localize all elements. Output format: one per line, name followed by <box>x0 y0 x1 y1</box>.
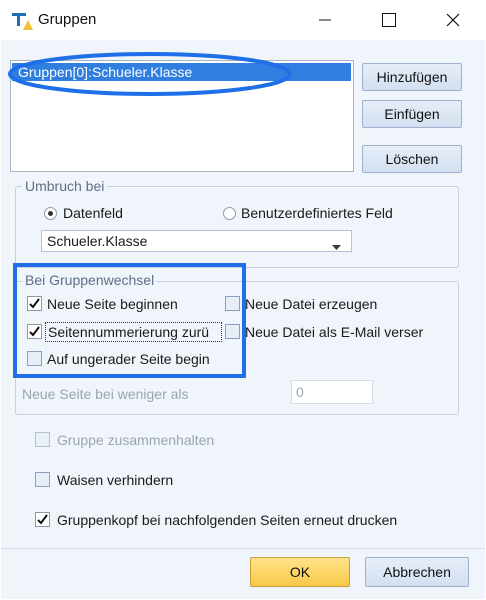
cancel-button[interactable]: Abbrechen <box>365 557 469 587</box>
min-rows-input[interactable]: 0 <box>291 380 373 404</box>
data-field-combo[interactable]: Schueler.Klasse <box>41 230 352 252</box>
min-rows-label: Neue Seite bei weniger als <box>22 386 189 402</box>
title-bar: Gruppen <box>0 0 486 40</box>
close-button[interactable] <box>430 0 476 40</box>
data-field-value: Schueler.Klasse <box>47 233 148 249</box>
prevent-orphans-checkbox[interactable] <box>35 472 50 487</box>
footer-divider <box>1 548 485 549</box>
radio-custom-field[interactable] <box>223 207 236 220</box>
keep-together-checkbox[interactable] <box>35 432 50 447</box>
insert-button[interactable]: Einfügen <box>362 100 462 128</box>
reprint-header-checkbox[interactable] <box>35 512 50 527</box>
email-file-label: Neue Datei als E-Mail verser <box>245 324 424 340</box>
annotation-ellipse <box>8 52 292 96</box>
radio-data-field-label: Datenfeld <box>63 205 123 221</box>
prevent-orphans-label: Waisen verhindern <box>57 472 174 488</box>
min-rows-value: 0 <box>296 384 304 400</box>
reprint-header-label: Gruppenkopf bei nachfolgenden Seiten ern… <box>57 512 398 528</box>
report-group-icon <box>11 11 33 31</box>
new-file-label: Neue Datei erzeugen <box>245 296 378 312</box>
maximize-button[interactable] <box>366 0 412 40</box>
delete-button[interactable]: Löschen <box>362 145 462 173</box>
break-on-title: Umbruch bei <box>22 178 108 194</box>
window-title: Gruppen <box>38 11 97 28</box>
radio-data-field[interactable] <box>44 207 57 220</box>
minimize-button[interactable] <box>302 0 348 40</box>
ok-button[interactable]: OK <box>250 557 350 587</box>
checkmark-icon <box>37 514 48 525</box>
keep-together-label: Gruppe zusammenhalten <box>57 432 215 448</box>
add-button[interactable]: Hinzufügen <box>362 63 462 91</box>
chevron-down-icon[interactable] <box>332 238 341 254</box>
break-on-group <box>15 186 459 268</box>
annotation-rectangle <box>13 263 246 378</box>
close-icon <box>446 13 460 27</box>
radio-custom-field-label: Benutzerdefiniertes Feld <box>241 205 393 221</box>
